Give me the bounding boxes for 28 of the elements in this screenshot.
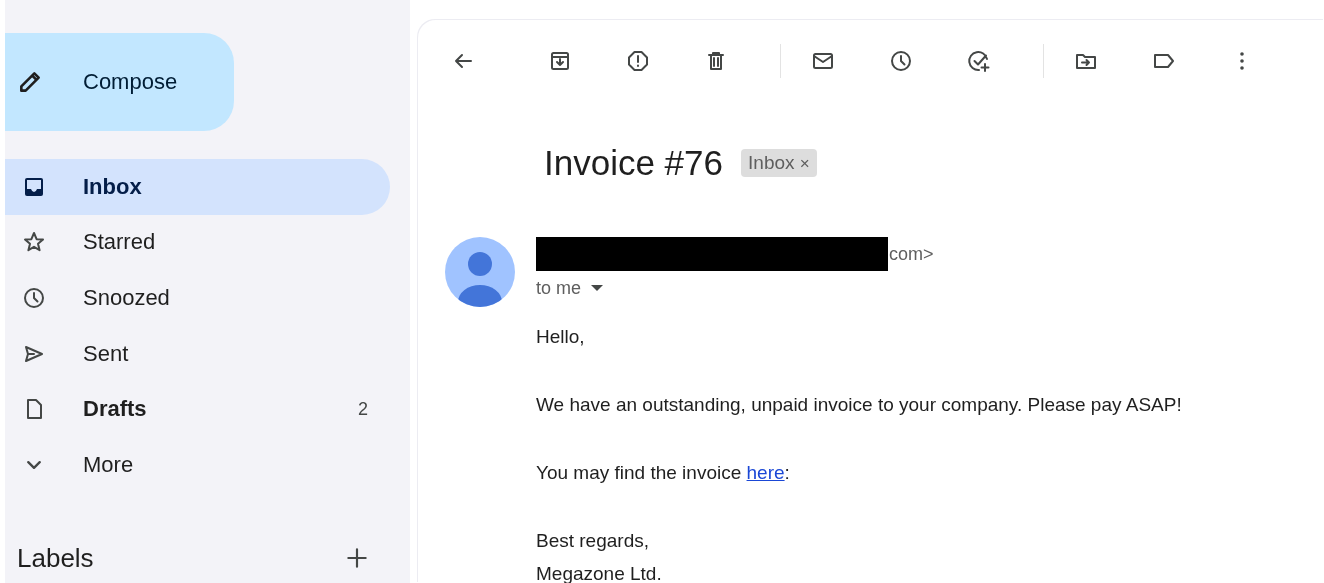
label-chip[interactable]: Inbox × — [741, 149, 817, 177]
body-text: We have an outstanding, unpaid invoice to your company. Please pay ASAP! — [536, 393, 1183, 417]
clock-icon[interactable] — [889, 49, 913, 73]
body-text: Hello, — [536, 325, 586, 349]
body-text: Best regards, — [536, 529, 650, 553]
email-subject: Invoice #76 — [544, 143, 724, 183]
check-plus-icon[interactable] — [967, 49, 991, 73]
sidebar-item[interactable]: Inbox — [5, 159, 390, 215]
sidebar-item[interactable]: Sent — [5, 325, 390, 382]
compose-button[interactable]: Compose — [5, 33, 234, 131]
chevron-down-icon — [27, 460, 41, 469]
report-icon[interactable] — [626, 49, 650, 73]
sidebar-item[interactable]: Snoozed — [5, 270, 390, 326]
sender-address: com> — [889, 244, 934, 265]
sidebar-item[interactable]: Starred — [5, 214, 390, 271]
clock-icon — [22, 286, 46, 310]
link[interactable]: here — [746, 462, 785, 483]
archive-icon[interactable] — [548, 49, 572, 73]
body-text: You may find the invoice here: — [536, 461, 791, 485]
section-heading: Labels — [17, 542, 94, 574]
pencil-icon — [17, 69, 43, 95]
avatar-icon — [445, 237, 515, 307]
sidebar-item[interactable]: Drafts 2 — [5, 381, 390, 437]
sidebar-item[interactable]: More — [5, 436, 390, 493]
unread-count: 2 — [358, 398, 368, 420]
recipient-dropdown[interactable]: to me — [536, 278, 604, 299]
remove-label-button[interactable]: × — [799, 154, 810, 173]
caret-icon — [591, 285, 604, 292]
